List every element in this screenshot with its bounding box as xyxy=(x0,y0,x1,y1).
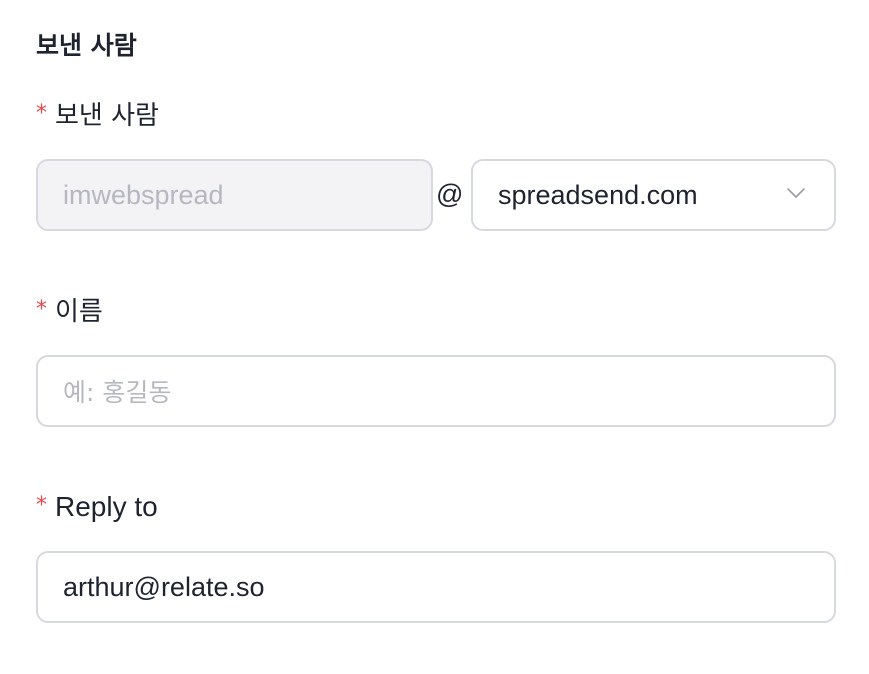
name-placeholder: 예: 홍길동 xyxy=(63,378,172,407)
name-label-text: 이름 xyxy=(55,297,103,327)
at-symbol: @ xyxy=(436,179,464,209)
sender-label: * 보낸 사람 xyxy=(36,96,159,134)
sender-domain-value: spreadsend.com xyxy=(498,179,698,210)
name-input[interactable]: 예: 홍길동 xyxy=(36,355,836,427)
sender-section-title: 보낸 사람 xyxy=(36,31,137,60)
reply-to-label: * Reply to xyxy=(36,488,158,526)
sender-label-text: 보낸 사람 xyxy=(55,101,159,131)
reply-to-input[interactable]: arthur@relate.so xyxy=(36,551,836,623)
required-mark: * xyxy=(36,493,47,518)
sender-local-part-input[interactable]: imwebspread xyxy=(36,159,433,231)
reply-to-label-text: Reply to xyxy=(55,491,158,522)
chevron-down-icon xyxy=(787,188,805,198)
reply-to-value: arthur@relate.so xyxy=(63,571,265,602)
sender-local-part-placeholder: imwebspread xyxy=(63,179,224,210)
required-mark: * xyxy=(36,297,47,322)
required-mark: * xyxy=(36,101,47,126)
name-label: * 이름 xyxy=(36,292,103,330)
sender-domain-select[interactable]: spreadsend.com xyxy=(471,159,836,231)
